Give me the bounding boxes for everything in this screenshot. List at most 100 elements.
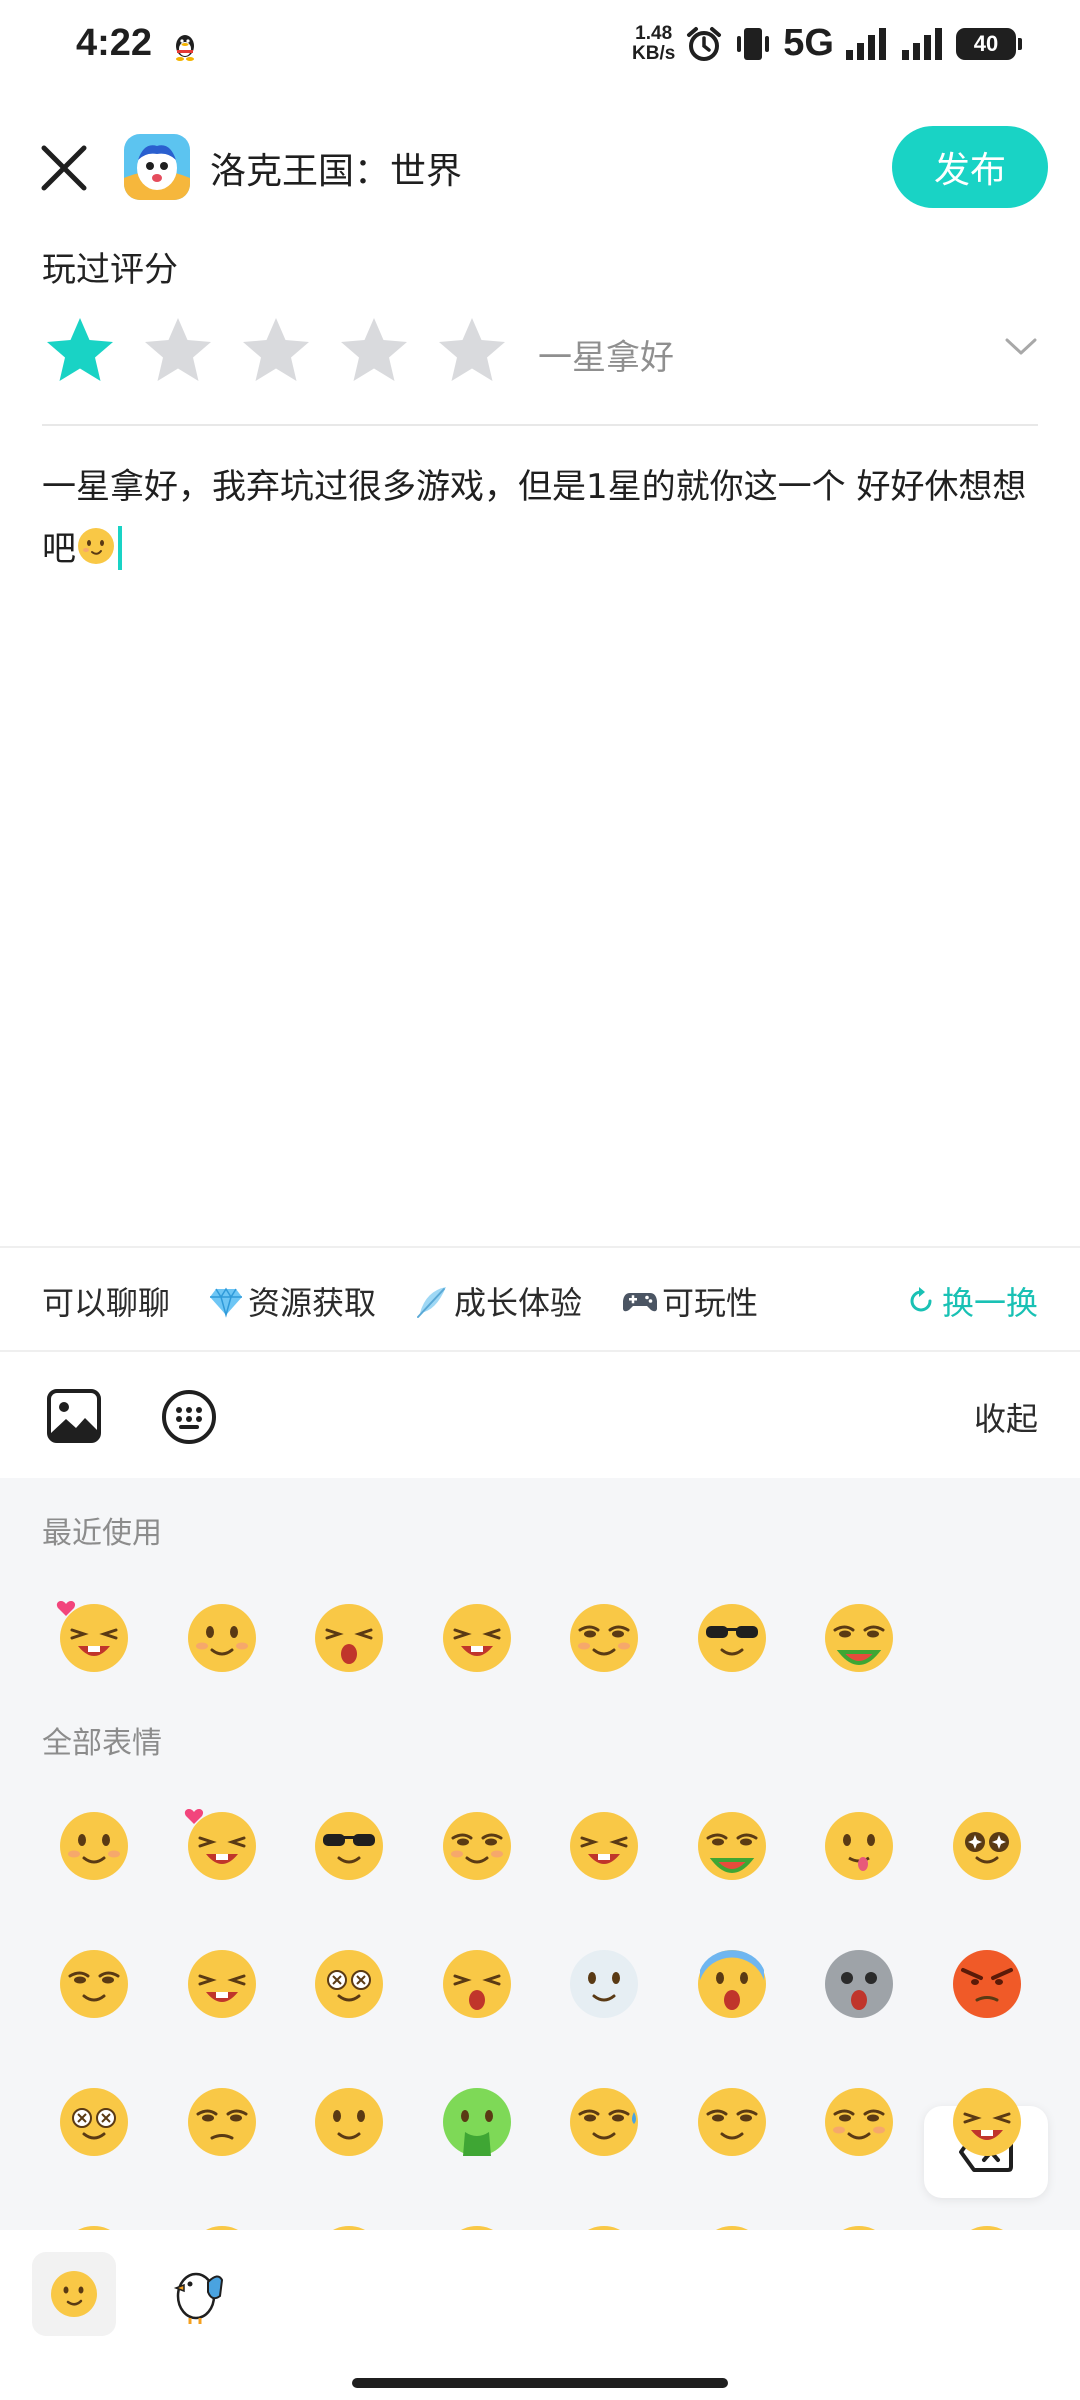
review-text: 一星拿好，我弃坑过很多游戏，但是1星的就你这一个 好好休想想吧	[42, 467, 1027, 569]
signal-icon-2	[902, 27, 942, 60]
heart-grin-emoji-icon[interactable]	[52, 1594, 136, 1678]
grin-emoji-icon[interactable]	[945, 2078, 1029, 2162]
tag-label: 资源获取	[248, 1284, 377, 1322]
big-grin-emoji-icon[interactable]	[435, 1594, 519, 1678]
status-bar: 4:22 1.48 KB/s 5G 40	[0, 0, 1080, 96]
angry-emoji-icon[interactable]	[945, 1940, 1029, 2024]
wink-sparkle-emoji-icon[interactable]	[307, 2078, 391, 2162]
tag-resources[interactable]: 资源获取	[208, 1278, 376, 1324]
confused-emoji-icon[interactable]	[307, 2216, 391, 2230]
eating-watermelon-emoji-icon[interactable]	[690, 1802, 774, 1886]
star-3-icon[interactable]	[238, 314, 314, 386]
sleepy-emoji-icon[interactable]	[562, 2216, 646, 2230]
divider	[42, 424, 1038, 426]
screaming-emoji-icon[interactable]	[307, 1594, 391, 1678]
network-speed: 1.48 KB/s	[632, 22, 676, 64]
status-icons: 1.48 KB/s 5G 40	[632, 22, 1022, 65]
qq-penguin-icon	[176, 35, 194, 61]
star-rating: 一星拿好	[42, 310, 1038, 390]
bird-sticker-icon	[173, 2272, 224, 2324]
thinking-emoji-icon[interactable]	[52, 2216, 136, 2230]
smug-smile-emoji-icon[interactable]	[562, 1594, 646, 1678]
star-2-icon[interactable]	[140, 314, 216, 386]
star-5-icon[interactable]	[434, 314, 510, 386]
tag-label: 可玩性	[662, 1284, 759, 1322]
tag-playability[interactable]: 可玩性	[622, 1278, 758, 1324]
recent-label: 最近使用	[42, 1516, 162, 1551]
smug-smile-emoji-icon[interactable]	[435, 1802, 519, 1886]
eating-watermelon-emoji-icon[interactable]	[817, 1594, 901, 1678]
calm-emoji-icon[interactable]	[435, 2216, 519, 2230]
image-picker-icon[interactable]	[46, 1388, 102, 1444]
collapse-button[interactable]: 收起	[974, 1394, 1038, 1440]
emoji-tab[interactable]	[32, 2252, 116, 2336]
vomiting-emoji-icon[interactable]	[435, 2078, 519, 2162]
crying-seal-emoji-icon[interactable]	[562, 1940, 646, 2024]
tag-growth[interactable]: 成长体验	[414, 1278, 582, 1324]
close-icon[interactable]	[36, 140, 92, 196]
alarm-icon	[687, 26, 722, 61]
text-cursor	[118, 526, 122, 570]
silly-tongue-emoji-icon[interactable]	[817, 1802, 901, 1886]
emoji-category-tabs	[0, 2230, 1080, 2400]
publish-button[interactable]: 发布	[892, 126, 1048, 208]
battery-indicator: 40	[956, 27, 1022, 60]
star-1-icon[interactable]	[42, 314, 118, 386]
laughing-emoji-icon[interactable]	[180, 1940, 264, 2024]
pouting-emoji-icon[interactable]	[945, 2216, 1029, 2230]
smirk-emoji-icon[interactable]	[817, 2078, 901, 2162]
tag-label: 可以聊聊	[42, 1284, 171, 1322]
sticker-tab[interactable]	[158, 2252, 242, 2336]
diamond-icon	[210, 1287, 242, 1318]
shy-smile-emoji-icon[interactable]	[52, 1802, 136, 1886]
vibrate-icon	[737, 27, 770, 60]
review-text-input[interactable]: 一星拿好，我弃坑过很多游戏，但是1星的就你这一个 好好休想想吧	[42, 456, 1038, 580]
tag-chat[interactable]: 可以聊聊	[42, 1278, 170, 1324]
sweat-emoji-icon[interactable]	[562, 2078, 646, 2162]
chevron-down-icon[interactable]	[1004, 336, 1038, 358]
scared-emoji-icon[interactable]	[690, 1940, 774, 2024]
header: 洛克王国：世界 发布	[0, 120, 1080, 216]
sunglasses-emoji-icon[interactable]	[690, 1594, 774, 1678]
neutral-emoji-icon[interactable]	[180, 2216, 264, 2230]
refresh-tags-button[interactable]: 换一换	[906, 1278, 1038, 1324]
rating-value-text: 一星拿好	[538, 338, 674, 378]
home-indicator	[352, 2378, 728, 2388]
signal-icon	[846, 27, 886, 60]
dizzy-glasses-emoji-icon[interactable]	[307, 1940, 391, 2024]
heart-grin-emoji-icon[interactable]	[180, 1802, 264, 1886]
game-logo-icon	[124, 134, 190, 200]
screaming-emoji-icon[interactable]	[435, 1940, 519, 2024]
network-type: 5G	[783, 22, 834, 64]
feather-icon	[417, 1287, 446, 1318]
star-4-icon[interactable]	[336, 314, 412, 386]
tag-label: 成长体验	[454, 1284, 583, 1322]
smile-emoji-icon	[51, 2271, 97, 2317]
cat-emoji-icon[interactable]	[817, 2216, 901, 2230]
peeking-wall-emoji-icon[interactable]	[690, 2078, 774, 2162]
keyboard-toggle-icon[interactable]	[160, 1388, 218, 1446]
net-speed-unit: KB/s	[632, 42, 676, 64]
net-speed-value: 1.48	[635, 22, 673, 44]
starry-eyes-emoji-icon[interactable]	[945, 1802, 1029, 1886]
tag-suggestions-bar: 可以聊聊 资源获取 成长体验 可玩性 换一换	[0, 1246, 1080, 1352]
sunglasses-emoji-icon[interactable]	[307, 1802, 391, 1886]
shocked-gray-emoji-icon[interactable]	[817, 1940, 901, 2024]
review-editor-screen: 4:22 1.48 KB/s 5G 40 洛克王国：世界 发布 玩过评分 一星拿…	[0, 0, 1080, 2400]
refresh-label: 换一换	[941, 1284, 1038, 1322]
status-time: 4:22	[76, 22, 153, 64]
drooling-emoji-icon[interactable]	[52, 1940, 136, 2024]
shy-smile-emoji-icon	[78, 528, 114, 564]
emoji-panel: 最近使用 全部表情	[0, 1478, 1080, 2230]
relaxed-emoji-icon[interactable]	[690, 2216, 774, 2230]
battery-level: 40	[973, 30, 999, 56]
gamepad-icon	[623, 1293, 657, 1312]
all-emoji-label: 全部表情	[42, 1726, 162, 1761]
big-grin-emoji-icon[interactable]	[562, 1802, 646, 1886]
rating-label: 玩过评分	[42, 250, 178, 290]
brain-explode-emoji-icon[interactable]	[52, 2078, 136, 2162]
input-toolbar: 收起	[0, 1354, 1080, 1478]
unamused-emoji-icon[interactable]	[180, 2078, 264, 2162]
game-title: 洛克王国：世界	[210, 151, 463, 192]
shy-smile-emoji-icon[interactable]	[180, 1594, 264, 1678]
